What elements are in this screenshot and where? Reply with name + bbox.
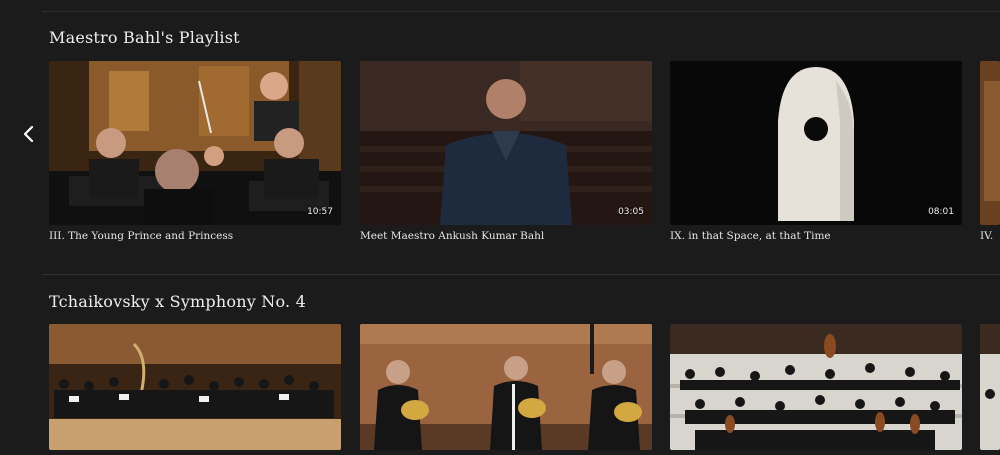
row-title-tchaikovsky: Tchaikovsky x Symphony No. 4 [49,292,306,311]
video-card[interactable]: IV. [980,61,1000,242]
row-divider [42,274,1000,275]
video-thumbnail[interactable] [670,324,962,450]
video-title[interactable]: Meet Maestro Ankush Kumar Bahl [360,230,652,242]
carousel-prev-button[interactable] [18,122,38,146]
video-thumbnail[interactable]: 10:57 [49,61,341,225]
video-card[interactable] [360,324,652,455]
video-card[interactable]: 10:57 III. The Young Prince and Princess [49,61,341,242]
row-title-maestro-playlist: Maestro Bahl's Playlist [49,28,240,47]
video-title[interactable]: IV. [980,230,1000,242]
video-duration: 10:57 [307,207,333,217]
video-title[interactable]: III. The Young Prince and Princess [49,230,341,242]
video-card[interactable] [980,324,1000,455]
video-thumbnail[interactable] [360,324,652,450]
video-card[interactable] [49,324,341,455]
top-divider [42,11,1000,12]
video-duration: 03:05 [618,207,644,217]
video-card[interactable]: 08:01 IX. in that Space, at that Time [670,61,962,242]
video-card[interactable]: 03:05 Meet Maestro Ankush Kumar Bahl [360,61,652,242]
video-thumbnail[interactable] [980,324,1000,450]
video-thumbnail[interactable]: 08:01 [670,61,962,225]
video-thumbnail[interactable] [980,61,1000,225]
video-card[interactable] [670,324,962,455]
video-duration: 08:01 [928,207,954,217]
video-thumbnail[interactable]: 03:05 [360,61,652,225]
video-title[interactable]: IX. in that Space, at that Time [670,230,962,242]
chevron-left-icon [23,125,34,143]
video-thumbnail[interactable] [49,324,341,450]
